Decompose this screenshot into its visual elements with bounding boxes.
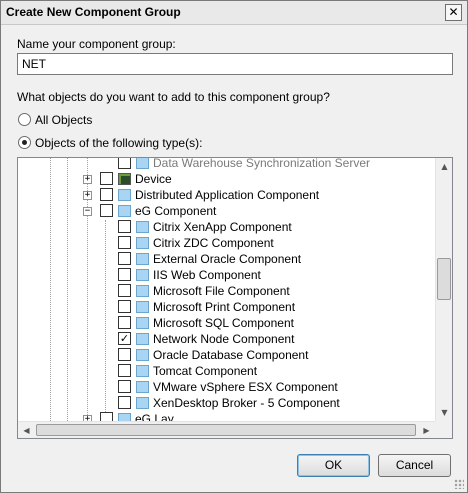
tree-item[interactable]: VMware vSphere ESX Component (18, 379, 435, 395)
tree-item-label: Microsoft Print Component (153, 300, 296, 314)
name-field-label: Name your component group: (17, 37, 176, 51)
component-icon (118, 205, 131, 217)
component-icon (136, 333, 149, 345)
tree-item-checkbox[interactable] (100, 188, 113, 201)
component-group-name-input[interactable] (17, 53, 453, 75)
scroll-up-arrow[interactable]: ▲ (436, 158, 452, 175)
tree-item[interactable]: Oracle Database Component (18, 347, 435, 363)
tree-item-checkbox[interactable] (100, 412, 113, 421)
tree-item-checkbox[interactable] (118, 348, 131, 361)
tree-item-label: Distributed Application Component (135, 188, 320, 202)
tree-item-label: Tomcat Component (153, 364, 258, 378)
tree-item-label: Network Node Component (153, 332, 295, 346)
component-icon (136, 349, 149, 361)
component-icon (136, 237, 149, 249)
close-button[interactable]: ✕ (445, 4, 462, 21)
tree-item-label: XenDesktop Broker - 5 Component (153, 396, 340, 410)
scroll-down-arrow[interactable]: ▼ (436, 404, 452, 421)
component-icon (136, 253, 149, 265)
title-bar[interactable]: Create New Component Group ✕ (1, 1, 467, 25)
tree-item-checkbox[interactable] (100, 204, 113, 217)
expand-icon[interactable]: + (83, 175, 92, 184)
tree-item-label: eG Lay... (135, 412, 183, 421)
tree-item-checkbox[interactable] (118, 396, 131, 409)
tree-item-checkbox[interactable] (118, 380, 131, 393)
tree-item[interactable]: IIS Web Component (18, 267, 435, 283)
expand-icon[interactable]: + (83, 191, 92, 200)
create-component-group-dialog: Create New Component Group ✕ Name your c… (0, 0, 468, 493)
vertical-scroll-thumb[interactable] (437, 258, 451, 300)
tree-item[interactable]: Citrix ZDC Component (18, 235, 435, 251)
tree-item-label: IIS Web Component (153, 268, 261, 282)
tree-item[interactable]: Citrix XenApp Component (18, 219, 435, 235)
tree-vertical-scrollbar[interactable]: ▲ ▼ (435, 158, 452, 421)
collapse-icon[interactable]: − (83, 207, 92, 216)
tree-item[interactable]: + Device (18, 171, 435, 187)
component-icon (118, 189, 131, 201)
component-icon (136, 285, 149, 297)
tree-item-checkbox[interactable] (118, 300, 131, 313)
tree-item-label: Oracle Database Component (153, 348, 309, 362)
tree-item-label: Microsoft File Component (153, 284, 290, 298)
tree-item[interactable]: Data Warehouse Synchronization Server (18, 158, 435, 171)
tree-item-checkbox[interactable] (118, 236, 131, 249)
component-icon (136, 381, 149, 393)
resize-grip[interactable] (454, 479, 464, 489)
component-icon (136, 301, 149, 313)
tree-item[interactable]: External Oracle Component (18, 251, 435, 267)
cancel-button[interactable]: Cancel (378, 454, 451, 477)
component-icon (136, 317, 149, 329)
objects-of-type-label[interactable]: Objects of the following type(s): (35, 136, 202, 150)
tree-item-label: Data Warehouse Synchronization Server (153, 158, 370, 170)
component-icon (136, 158, 149, 169)
component-icon (136, 397, 149, 409)
objects-of-type-radio[interactable] (18, 136, 31, 149)
ok-button[interactable]: OK (297, 454, 370, 477)
all-objects-label[interactable]: All Objects (35, 113, 92, 127)
tree-item[interactable]: Tomcat Component (18, 363, 435, 379)
tree-item-label: External Oracle Component (153, 252, 302, 266)
scrollbar-corner (435, 421, 452, 438)
component-icon (136, 221, 149, 233)
tree-item-checkbox[interactable]: ✓ (118, 332, 131, 345)
objects-question-label: What objects do you want to add to this … (17, 90, 330, 104)
tree-item-label: Citrix XenApp Component (153, 220, 292, 234)
component-icon (136, 365, 149, 377)
component-icon (118, 413, 131, 421)
tree-item[interactable]: − eG Component (18, 203, 435, 219)
tree-item-checkbox[interactable] (118, 284, 131, 297)
tree-item-checkbox[interactable] (118, 316, 131, 329)
tree-item-label: Citrix ZDC Component (153, 236, 274, 250)
tree-item[interactable]: XenDesktop Broker - 5 Component (18, 395, 435, 411)
tree-item-checkbox[interactable] (100, 172, 113, 185)
tree-item-checkbox[interactable] (118, 364, 131, 377)
scroll-right-arrow[interactable]: ▶ (418, 422, 435, 438)
tree-item-checkbox[interactable] (118, 220, 131, 233)
tree-item[interactable]: Microsoft SQL Component (18, 315, 435, 331)
tree-horizontal-scrollbar[interactable]: ◀ ▶ (18, 421, 435, 438)
scroll-left-arrow[interactable]: ◀ (18, 422, 35, 438)
all-objects-radio[interactable] (18, 113, 31, 126)
tree-item[interactable]: Microsoft Print Component (18, 299, 435, 315)
tree-item-label: Microsoft SQL Component (153, 316, 294, 330)
tree-item[interactable]: ✓ Network Node Component (18, 331, 435, 347)
tree-item-checkbox[interactable] (118, 158, 131, 169)
tree-item[interactable]: + eG Lay... (18, 411, 435, 421)
horizontal-scroll-thumb[interactable] (36, 424, 416, 436)
tree-item-checkbox[interactable] (118, 268, 131, 281)
device-icon (118, 173, 131, 185)
window-title: Create New Component Group (6, 5, 181, 19)
tree-item-label: Device (135, 172, 172, 186)
tree-item[interactable]: + Distributed Application Component (18, 187, 435, 203)
tree-item-checkbox[interactable] (118, 252, 131, 265)
tree-item-label: VMware vSphere ESX Component (153, 380, 338, 394)
tree-item[interactable]: Microsoft File Component (18, 283, 435, 299)
component-icon (136, 269, 149, 281)
component-type-tree[interactable]: Data Warehouse Synchronization Server + De… (17, 157, 453, 439)
tree-item-label: eG Component (135, 204, 217, 218)
tree-rows: Data Warehouse Synchronization Server + De… (18, 158, 435, 421)
